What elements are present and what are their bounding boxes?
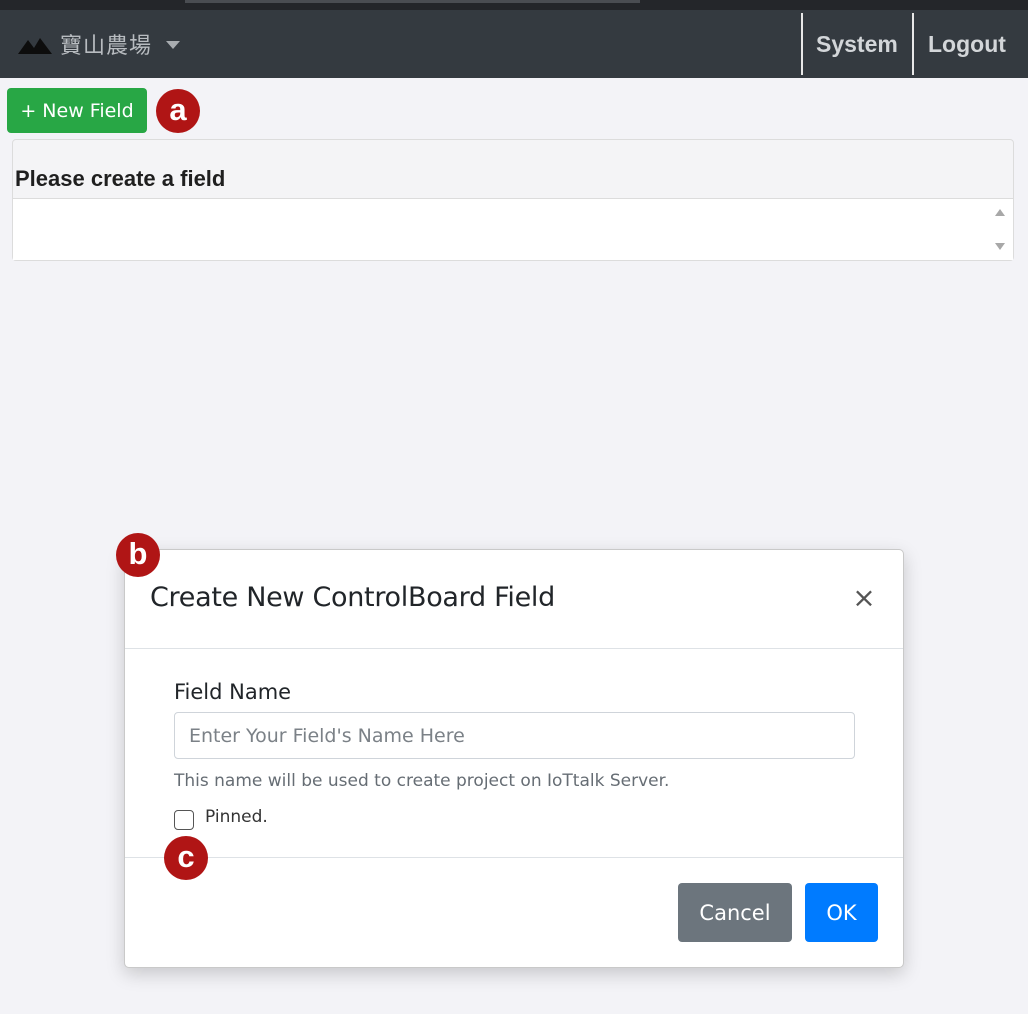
scroll-up-icon[interactable] — [995, 209, 1005, 216]
field-list[interactable] — [13, 198, 1013, 260]
field-panel-title: Please create a field — [15, 166, 226, 191]
modal-header-divider — [125, 648, 903, 649]
create-field-modal: Create New ControlBoard Field × Field Na… — [124, 549, 904, 968]
callout-letter: a — [169, 92, 187, 127]
modal-footer-divider — [125, 857, 903, 858]
mountain-icon — [18, 33, 52, 55]
top-strip-segment — [185, 0, 640, 3]
callout-letter: c — [177, 839, 195, 874]
callout-badge-c: c — [164, 836, 208, 880]
nav-divider — [912, 13, 914, 75]
window-top-strip — [0, 0, 1028, 10]
field-name-input[interactable] — [174, 712, 855, 759]
new-field-button[interactable]: + New Field — [7, 88, 147, 133]
navbar: 寶山農場 System Logout — [0, 10, 1028, 78]
cancel-button[interactable]: Cancel — [678, 883, 792, 942]
nav-link-logout[interactable]: Logout — [928, 10, 1006, 78]
callout-badge-a: a — [156, 89, 200, 133]
modal-title: Create New ControlBoard Field — [150, 582, 555, 613]
caret-down-icon — [166, 41, 181, 49]
nav-link-system[interactable]: System — [816, 10, 898, 78]
nav-divider — [801, 13, 803, 75]
field-name-label: Field Name — [174, 680, 292, 704]
brand-name: 寶山農場 — [60, 34, 153, 59]
field-panel: Please create a field — [12, 139, 1014, 261]
pinned-checkbox[interactable] — [174, 810, 194, 830]
field-help-text: This name will be used to create project… — [174, 771, 670, 791]
pinned-label[interactable]: Pinned. — [205, 807, 268, 827]
close-icon[interactable]: × — [851, 583, 877, 613]
brand-dropdown[interactable]: 寶山農場 — [18, 24, 181, 64]
ok-button[interactable]: OK — [805, 883, 878, 942]
scroll-down-icon[interactable] — [995, 243, 1005, 250]
callout-letter: b — [128, 536, 148, 571]
callout-badge-b: b — [116, 533, 160, 577]
